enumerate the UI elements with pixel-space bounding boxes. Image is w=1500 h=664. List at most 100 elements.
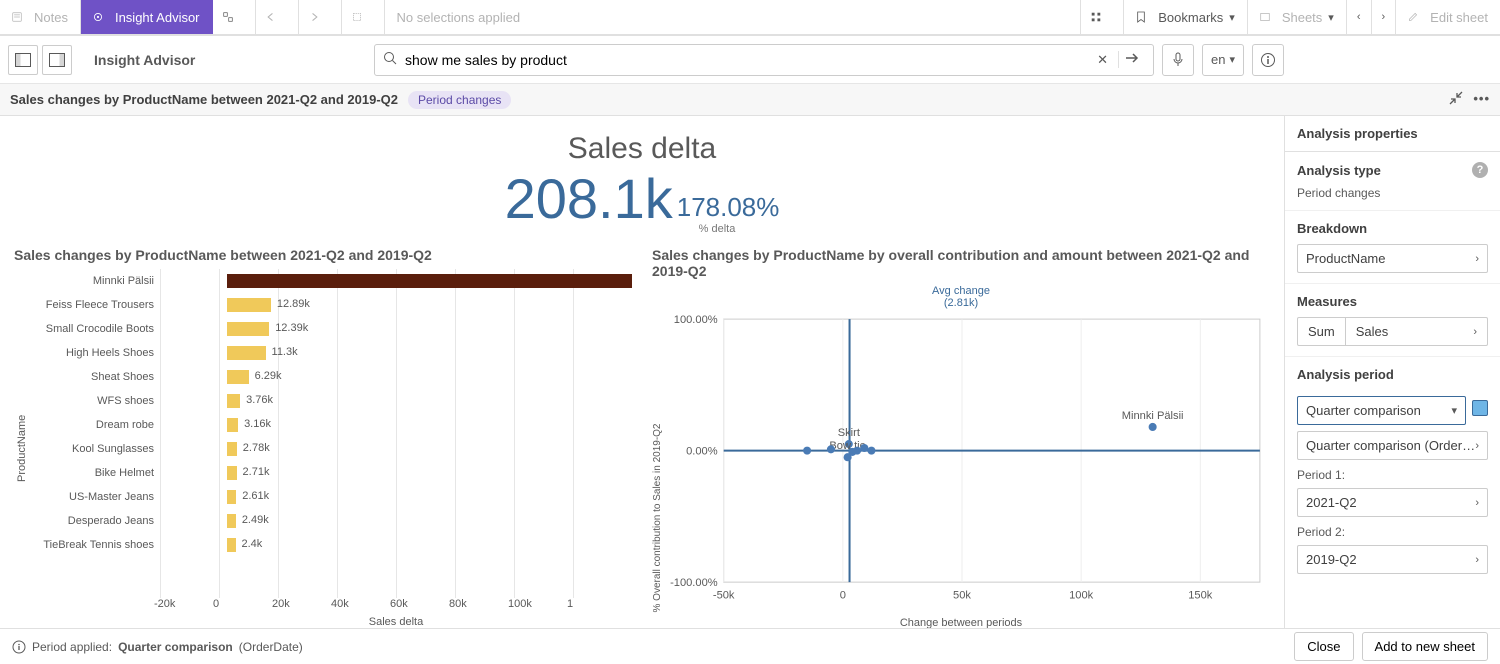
bar-category-label: Feiss Fleece Trousers bbox=[30, 299, 160, 311]
footer: Period applied: Quarter comparison (Orde… bbox=[0, 628, 1500, 664]
language-label: en bbox=[1211, 52, 1225, 67]
bar-rect[interactable]: 2.61k bbox=[227, 490, 236, 504]
bar-value-label: 3.76k bbox=[246, 394, 273, 406]
period1-field[interactable]: 2021-Q2 › bbox=[1297, 488, 1488, 517]
scatter-point[interactable] bbox=[1149, 423, 1157, 431]
prev-sheet-button[interactable]: ‹ bbox=[1346, 0, 1371, 34]
kpi-value: 208.1k bbox=[505, 166, 673, 231]
scatter-point[interactable] bbox=[827, 445, 835, 453]
bar-row[interactable]: Desperado Jeans 2.49k bbox=[30, 509, 632, 533]
close-button[interactable]: Close bbox=[1294, 632, 1353, 661]
bar-rect[interactable]: 2.4k bbox=[227, 538, 235, 552]
step-forward-button[interactable] bbox=[299, 0, 342, 34]
step-back-button[interactable] bbox=[256, 0, 299, 34]
svg-text:50k: 50k bbox=[953, 589, 971, 601]
bar-category-label: Dream robe bbox=[30, 419, 160, 431]
bar-value-label: 12.89k bbox=[277, 298, 310, 310]
scatter-point[interactable] bbox=[860, 444, 868, 452]
breakdown-field[interactable]: ProductName › bbox=[1297, 244, 1488, 273]
bar-row[interactable]: Feiss Fleece Trousers 12.89k bbox=[30, 293, 632, 317]
bar-row[interactable]: High Heels Shoes11.3k bbox=[30, 341, 632, 365]
subbar-title: Insight Advisor bbox=[86, 52, 366, 68]
bar-value-label: 2.61k bbox=[242, 490, 269, 502]
insight-advisor-button[interactable]: Insight Advisor bbox=[81, 0, 213, 34]
scatter-point[interactable] bbox=[848, 448, 856, 456]
selections-tool-button[interactable] bbox=[1080, 0, 1123, 34]
bar-row[interactable]: Sheat Shoes6.29k bbox=[30, 365, 632, 389]
sheets-button[interactable]: Sheets ▾ bbox=[1247, 0, 1346, 34]
period2-field[interactable]: 2019-Q2 › bbox=[1297, 545, 1488, 574]
chevron-right-icon: › bbox=[1473, 326, 1477, 338]
info-button[interactable] bbox=[1252, 44, 1284, 76]
scatter-point[interactable] bbox=[803, 447, 811, 455]
bar-rect[interactable]: 12.39k bbox=[227, 322, 269, 336]
bar-value-label: 2.71k bbox=[243, 466, 270, 478]
bar-category-label: Desperado Jeans bbox=[30, 515, 160, 527]
smart-search-button[interactable] bbox=[213, 0, 256, 34]
bar-row[interactable]: Bike Helmet2.71k bbox=[30, 461, 632, 485]
sub-toolbar: Insight Advisor ✕ en ▾ bbox=[0, 36, 1500, 84]
bar-category-label: WFS shoes bbox=[30, 395, 160, 407]
bar-category-label: US-Master Jeans bbox=[30, 491, 160, 503]
bar-rect[interactable]: 11.3k bbox=[227, 346, 265, 360]
clear-selections-button[interactable] bbox=[342, 0, 385, 34]
bar-rect[interactable]: 6.29k bbox=[227, 370, 248, 384]
scatter-point[interactable] bbox=[867, 447, 875, 455]
show-assets-panel-button[interactable] bbox=[8, 45, 38, 75]
bar-row[interactable]: Small Crocodile Boots12.39k bbox=[30, 317, 632, 341]
bar-rect[interactable]: 2.49k bbox=[227, 514, 235, 528]
bar-chart-body[interactable]: Minnki Pälsii Feiss Fleece Trousers 12.89k… bbox=[30, 269, 632, 598]
edit-sheet-button[interactable]: Edit sheet bbox=[1395, 0, 1500, 34]
bar-row[interactable]: TieBreak Tennis shoes2.4k bbox=[30, 533, 632, 557]
bookmarks-button[interactable]: Bookmarks ▾ bbox=[1123, 0, 1247, 34]
chevron-down-icon: ▾ bbox=[1229, 11, 1235, 24]
chevron-right-icon: › bbox=[1475, 253, 1479, 265]
chevron-down-icon: ▾ bbox=[1229, 53, 1235, 66]
minimize-analysis-button[interactable] bbox=[1449, 91, 1463, 108]
show-properties-button[interactable] bbox=[42, 45, 72, 75]
help-icon[interactable]: ? bbox=[1472, 162, 1488, 178]
panel-right-icon bbox=[49, 53, 65, 67]
measure-agg[interactable]: Sum bbox=[1298, 318, 1346, 345]
analysis-type-pill: Period changes bbox=[408, 91, 511, 109]
language-select[interactable]: en ▾ bbox=[1202, 44, 1244, 76]
measure-field[interactable]: Sales › bbox=[1346, 318, 1487, 345]
minimize-icon bbox=[1449, 91, 1463, 105]
search-box[interactable]: ✕ bbox=[374, 44, 1154, 76]
scatter-chart-body[interactable]: -50k050k100k150k100.00%0.00%-100.00%Minn… bbox=[663, 309, 1270, 613]
period-detail-field[interactable]: Quarter comparison (OrderD… › bbox=[1297, 431, 1488, 460]
bar-value-label: 2.4k bbox=[242, 538, 263, 550]
no-selections-label: No selections applied bbox=[397, 10, 521, 25]
submit-search-button[interactable] bbox=[1118, 51, 1145, 68]
bar-row[interactable]: Minnki Pälsii bbox=[30, 269, 632, 293]
bar-rect[interactable]: 3.16k bbox=[227, 418, 238, 432]
bar-rect[interactable]: 2.78k bbox=[227, 442, 236, 456]
bar-value-label: 6.29k bbox=[255, 370, 282, 382]
bar-row[interactable]: US-Master Jeans 2.61k bbox=[30, 485, 632, 509]
bar-x-tick: 40k bbox=[331, 598, 390, 610]
bar-row[interactable]: Kool Sunglasses2.78k bbox=[30, 437, 632, 461]
next-sheet-button[interactable]: › bbox=[1371, 0, 1396, 34]
scatter-y-axis-label: % Overall contribution to Sales in 2019-… bbox=[652, 309, 663, 613]
more-analysis-button[interactable]: ••• bbox=[1473, 91, 1490, 108]
bar-rect[interactable]: 2.71k bbox=[227, 466, 236, 480]
analysis-type-value: Period changes bbox=[1297, 186, 1488, 200]
search-input[interactable] bbox=[405, 52, 1091, 68]
add-to-new-sheet-button[interactable]: Add to new sheet bbox=[1362, 632, 1488, 661]
bar-x-tick: 60k bbox=[390, 598, 449, 610]
chevron-down-icon: ▾ bbox=[1328, 11, 1334, 24]
bar-rect[interactable]: 3.76k bbox=[227, 394, 240, 408]
bar-value-label: 12.39k bbox=[275, 322, 308, 334]
bar-rect[interactable] bbox=[227, 274, 632, 288]
clear-search-button[interactable]: ✕ bbox=[1091, 52, 1114, 68]
bar-row[interactable]: WFS shoes 3.76k bbox=[30, 389, 632, 413]
period-comparison-select[interactable]: Quarter comparison ▾ bbox=[1297, 396, 1466, 425]
bar-rect[interactable]: 12.89k bbox=[227, 298, 270, 312]
period1-value: 2021-Q2 bbox=[1306, 495, 1357, 510]
bar-row[interactable]: Dream robe 3.16k bbox=[30, 413, 632, 437]
notes-button[interactable]: Notes bbox=[0, 0, 81, 34]
period-toggle-checkbox[interactable] bbox=[1472, 400, 1488, 416]
chevron-down-icon: ▾ bbox=[1451, 404, 1457, 417]
voice-input-button[interactable] bbox=[1162, 44, 1194, 76]
breakdown-heading: Breakdown bbox=[1297, 221, 1367, 236]
